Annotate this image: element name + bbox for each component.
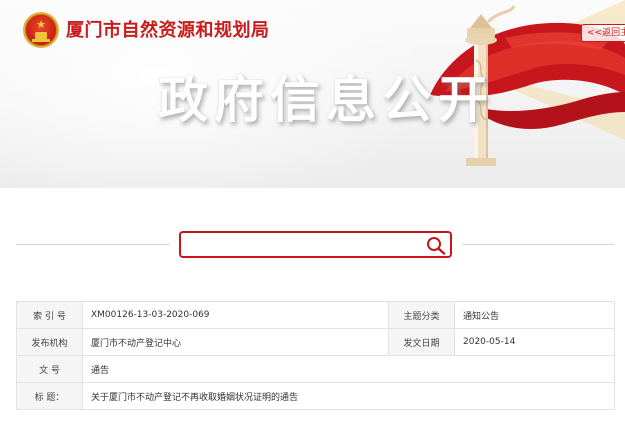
hero-title: 政府信息公开 [158,71,494,129]
date-value: 2020-05-14 [454,328,615,356]
emblem-gate-icon [32,32,50,42]
index-label: 索 引 号 [16,301,83,329]
table-row: 发布机构 厦门市不动产登记中心 发文日期 2020-05-14 [16,328,615,356]
search-icon [427,237,446,255]
emblem-star-icon: ★ [36,18,46,31]
search-bar [179,231,452,258]
document-info-table: 索 引 号 XM00126-13-03-2020-069 主题分类 通知公告 发… [16,301,615,410]
publisher-value: 厦门市不动产登记中心 [82,328,389,356]
search-divider-left [16,244,170,245]
table-row: 索 引 号 XM00126-13-03-2020-069 主题分类 通知公告 [16,301,615,329]
date-label: 发文日期 [388,328,455,356]
publisher-label: 发布机构 [16,328,83,356]
back-to-main-site-link[interactable]: <<返回主站 [581,24,625,42]
doc-number-label: 文 号 [16,355,83,383]
header-banner: ★ 厦门市自然资源和规划局 <<返回主站 政府信息公开 [0,0,625,188]
doc-number-value: 通告 [82,355,615,383]
search-button[interactable] [425,236,447,255]
table-row: 文 号 通告 [16,355,615,383]
title-value: 关于厦门市不动产登记不再收取婚姻状况证明的通告 [82,382,615,410]
search-input[interactable] [187,236,417,254]
table-row: 标 题： 关于厦门市不动产登记不再收取婚姻状况证明的通告 [16,382,615,410]
category-label: 主题分类 [388,301,455,329]
national-emblem-icon: ★ [23,12,59,48]
org-title: 厦门市自然资源和规划局 [66,20,270,41]
index-value: XM00126-13-03-2020-069 [82,301,389,329]
title-label: 标 题： [16,382,83,410]
search-divider-right [462,244,614,245]
category-value: 通知公告 [454,301,615,329]
